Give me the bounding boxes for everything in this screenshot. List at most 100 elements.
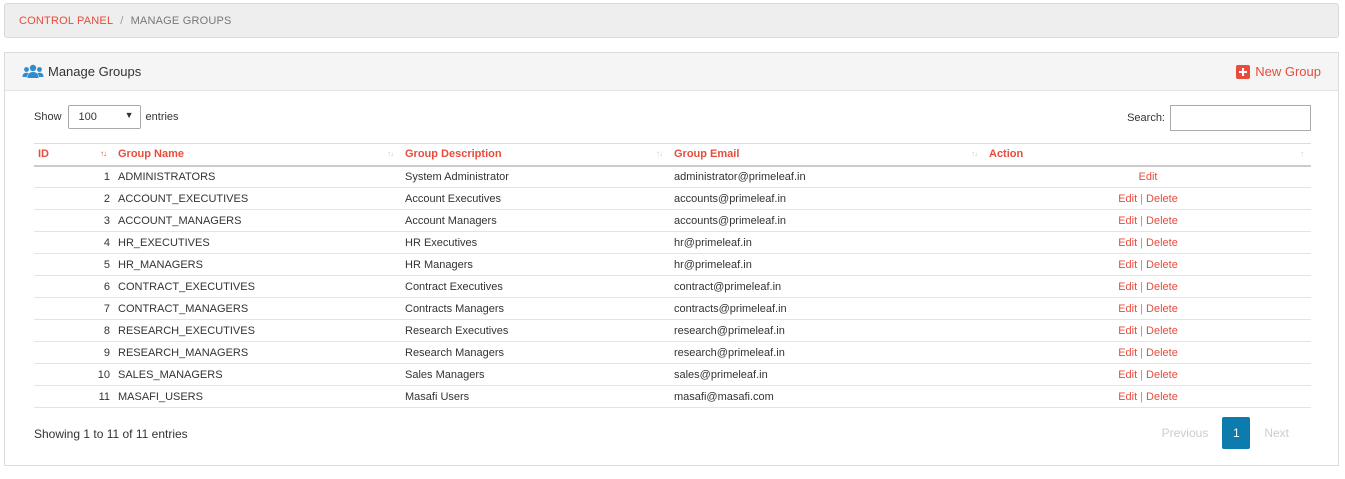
cell-group-name: ADMINISTRATORS — [114, 165, 401, 188]
edit-link[interactable]: Edit — [1139, 171, 1158, 183]
cell-id: 6 — [34, 275, 114, 298]
sort-asc-icon: ↑↓ — [100, 149, 107, 158]
breadcrumb-current: MANAGE GROUPS — [130, 14, 232, 27]
breadcrumb-control-panel-link[interactable]: CONTROL PANEL — [19, 15, 113, 27]
edit-link[interactable]: Edit — [1118, 303, 1137, 315]
delete-link[interactable]: Delete — [1146, 259, 1178, 271]
entries-select[interactable]: 100 ▼ — [67, 105, 141, 129]
table-row: 7 CONTRACT_MANAGERS Contracts Managers cont… — [34, 297, 1311, 320]
cell-action: Edit | Delete — [985, 231, 1311, 254]
cell-group-email: research@primeleaf.in — [670, 319, 985, 342]
table-row: 10 SALES_MANAGERS Sales Managers sales@prim… — [34, 363, 1311, 386]
cell-action: Edit | Delete — [985, 363, 1311, 386]
sort-icon: ↑↓ — [387, 149, 394, 158]
action-separator: | — [1140, 258, 1144, 271]
delete-link[interactable]: Delete — [1146, 325, 1178, 337]
edit-link[interactable]: Edit — [1118, 237, 1137, 249]
cell-group-email: administrator@primeleaf.in — [670, 165, 985, 188]
edit-link[interactable]: Edit — [1118, 369, 1137, 381]
search-label: Search: — [1127, 112, 1165, 124]
delete-link[interactable]: Delete — [1146, 193, 1178, 205]
action-separator: | — [1140, 214, 1144, 227]
action-separator: | — [1140, 192, 1144, 205]
table-controls: Show 100 ▼ entries Search: — [34, 105, 1311, 131]
cell-id: 9 — [34, 341, 114, 364]
sort-icon: ↑↓ — [656, 149, 663, 158]
cell-action: Edit | Delete — [985, 319, 1311, 342]
table-row: 8 RESEARCH_EXECUTIVES Research Executives r… — [34, 319, 1311, 342]
pagination-page-1[interactable]: 1 — [1222, 417, 1251, 449]
cell-group-description: Research Managers — [401, 341, 670, 364]
cell-group-description: Research Executives — [401, 319, 670, 342]
cell-group-email: contracts@primeleaf.in — [670, 297, 985, 320]
cell-group-description: Sales Managers — [401, 363, 670, 386]
delete-link[interactable]: Delete — [1146, 369, 1178, 381]
panel-title-wrap: Manage Groups — [22, 64, 141, 80]
action-separator: | — [1140, 236, 1144, 249]
panel-header: Manage Groups New Group — [5, 53, 1338, 91]
action-separator: | — [1140, 346, 1144, 359]
cell-group-email: hr@primeleaf.in — [670, 231, 985, 254]
cell-id: 3 — [34, 209, 114, 232]
pagination-next[interactable]: Next — [1252, 426, 1301, 440]
pagination-previous[interactable]: Previous — [1150, 426, 1221, 440]
users-icon — [22, 64, 44, 80]
cell-group-description: Account Executives — [401, 187, 670, 210]
cell-group-name: RESEARCH_MANAGERS — [114, 341, 401, 364]
edit-link[interactable]: Edit — [1118, 391, 1137, 403]
sort-icon: ↑↓ — [971, 149, 978, 158]
cell-group-description: System Administrator — [401, 165, 670, 188]
entries-select-value: 100 — [78, 111, 97, 123]
cell-group-name: HR_MANAGERS — [114, 253, 401, 276]
table-row: 6 CONTRACT_EXECUTIVES Contract Executives c… — [34, 275, 1311, 298]
cell-action: Edit | Delete — [985, 187, 1311, 210]
edit-link[interactable]: Edit — [1118, 215, 1137, 227]
delete-link[interactable]: Delete — [1146, 215, 1178, 227]
delete-link[interactable]: Delete — [1146, 303, 1178, 315]
delete-link[interactable]: Delete — [1146, 281, 1178, 293]
cell-id: 7 — [34, 297, 114, 320]
cell-action: Edit | Delete — [985, 385, 1311, 408]
action-separator: | — [1140, 368, 1144, 381]
column-header-group-name[interactable]: Group Name ↑↓ — [114, 143, 401, 167]
cell-group-email: hr@primeleaf.in — [670, 253, 985, 276]
cell-group-name: ACCOUNT_MANAGERS — [114, 209, 401, 232]
new-group-label: New Group — [1255, 64, 1321, 79]
column-header-id[interactable]: ID ↑↓ — [34, 143, 114, 167]
cell-group-name: CONTRACT_EXECUTIVES — [114, 275, 401, 298]
table-row: 4 HR_EXECUTIVES HR Executives hr@primeleaf.… — [34, 231, 1311, 254]
cell-action: Edit | Delete — [985, 341, 1311, 364]
panel-title: Manage Groups — [48, 64, 142, 79]
new-group-button[interactable]: New Group — [1236, 64, 1321, 79]
search-input[interactable] — [1170, 105, 1311, 131]
cell-group-name: RESEARCH_EXECUTIVES — [114, 319, 401, 342]
cell-id: 10 — [34, 363, 114, 386]
column-header-group-description[interactable]: Group Description ↑↓ — [401, 143, 670, 167]
groups-table: ID ↑↓ Group Name ↑↓ Group Description ↑↓ Gr… — [34, 143, 1311, 408]
delete-link[interactable]: Delete — [1146, 237, 1178, 249]
cell-id: 11 — [34, 385, 114, 408]
table-row: 2 ACCOUNT_EXECUTIVES Account Executives acc… — [34, 187, 1311, 210]
entries-length-control: Show 100 ▼ entries — [34, 105, 179, 129]
cell-action: Edit | Delete — [985, 275, 1311, 298]
show-label: Show — [34, 111, 62, 123]
cell-group-email: research@primeleaf.in — [670, 341, 985, 364]
delete-link[interactable]: Delete — [1146, 347, 1178, 359]
table-info: Showing 1 to 11 of 11 entries — [34, 427, 188, 441]
sort-icon: ↑ — [1300, 149, 1304, 158]
column-header-action[interactable]: Action ↑ — [985, 143, 1311, 167]
cell-id: 2 — [34, 187, 114, 210]
delete-link[interactable]: Delete — [1146, 391, 1178, 403]
cell-id: 4 — [34, 231, 114, 254]
edit-link[interactable]: Edit — [1118, 281, 1137, 293]
table-row: 11 MASAFI_USERS Masafi Users masafi@masafi.… — [34, 385, 1311, 408]
cell-action: Edit | Delete — [985, 253, 1311, 276]
edit-link[interactable]: Edit — [1118, 259, 1137, 271]
column-header-group-email[interactable]: Group Email ↑↓ — [670, 143, 985, 167]
cell-group-email: sales@primeleaf.in — [670, 363, 985, 386]
edit-link[interactable]: Edit — [1118, 193, 1137, 205]
action-separator: | — [1140, 302, 1144, 315]
edit-link[interactable]: Edit — [1118, 325, 1137, 337]
edit-link[interactable]: Edit — [1118, 347, 1137, 359]
cell-group-name: MASAFI_USERS — [114, 385, 401, 408]
